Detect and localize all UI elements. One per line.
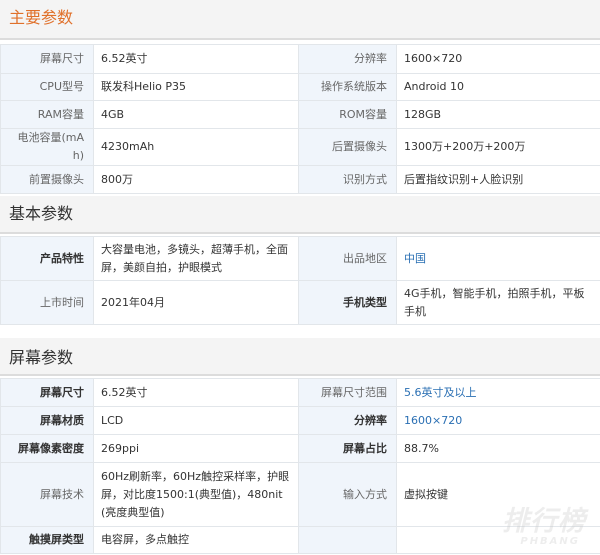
watermark-cn-text: 排行榜 bbox=[502, 506, 586, 537]
spec-label: 出品地区 bbox=[298, 236, 397, 281]
section-title-basic: 基本参数 bbox=[9, 204, 74, 223]
spec-value: 1300万+200万+200万 bbox=[396, 128, 600, 166]
spec-value: 800万 bbox=[93, 165, 299, 194]
spec-value: LCD bbox=[93, 406, 299, 435]
spec-label: 电池容量(mAh) bbox=[0, 128, 94, 166]
spec-value: 6.52英寸 bbox=[93, 44, 299, 74]
spec-value: 4GB bbox=[93, 100, 299, 129]
table-row: 产品特性 大容量电池，多镜头，超薄手机，全面屏，美颜自拍，护眼模式 出品地区 中… bbox=[0, 236, 600, 281]
table-row: 电池容量(mAh) 4230mAh 后置摄像头 1300万+200万+200万 bbox=[0, 128, 600, 166]
spec-label: 屏幕占比 bbox=[298, 434, 397, 463]
spec-label: 操作系统版本 bbox=[298, 73, 397, 101]
table-row: RAM容量 4GB ROM容量 128GB bbox=[0, 100, 600, 129]
spec-label: 后置摄像头 bbox=[298, 128, 397, 166]
spec-value: 6.52英寸 bbox=[93, 378, 299, 407]
spec-value: 电容屏，多点触控 bbox=[93, 526, 299, 554]
spec-value-link[interactable]: 中国 bbox=[396, 236, 600, 281]
spec-label: 屏幕材质 bbox=[0, 406, 94, 435]
spec-label: 输入方式 bbox=[298, 462, 397, 527]
table-row: 屏幕材质 LCD 分辨率 1600×720 bbox=[0, 406, 600, 435]
spec-value: 128GB bbox=[396, 100, 600, 129]
table-row: 屏幕尺寸 6.52英寸 屏幕尺寸范围 5.6英寸及以上 bbox=[0, 378, 600, 407]
spec-value: 后置指纹识别+人脸识别 bbox=[396, 165, 600, 194]
spec-label bbox=[298, 526, 397, 554]
spec-value: 大容量电池，多镜头，超薄手机，全面屏，美颜自拍，护眼模式 bbox=[93, 236, 299, 281]
spec-label: ROM容量 bbox=[298, 100, 397, 129]
spec-table-basic: 产品特性 大容量电池，多镜头，超薄手机，全面屏，美颜自拍，护眼模式 出品地区 中… bbox=[0, 236, 600, 325]
watermark-logo: 排行榜 PHBANG bbox=[480, 499, 588, 547]
spec-value-link[interactable]: 5.6英寸及以上 bbox=[396, 378, 600, 407]
spec-table-main: 屏幕尺寸 6.52英寸 分辨率 1600×720 CPU型号 联发科Helio … bbox=[0, 44, 600, 194]
spec-value-link[interactable]: 1600×720 bbox=[396, 406, 600, 435]
section-header-basic: 基本参数 bbox=[0, 196, 600, 234]
spec-label: 识别方式 bbox=[298, 165, 397, 194]
spec-label: 手机类型 bbox=[298, 280, 397, 325]
table-row: 前置摄像头 800万 识别方式 后置指纹识别+人脸识别 bbox=[0, 165, 600, 194]
spec-label: 前置摄像头 bbox=[0, 165, 94, 194]
section-header-main: 主要参数 bbox=[0, 0, 600, 40]
spec-label: 屏幕尺寸 bbox=[0, 378, 94, 407]
watermark-en-text: PHBANG bbox=[520, 536, 580, 547]
table-row: 屏幕像素密度 269ppi 屏幕占比 88.7% bbox=[0, 434, 600, 463]
spec-value: Android 10 bbox=[396, 73, 600, 101]
spec-label: 分辨率 bbox=[298, 44, 397, 74]
spec-value: 60Hz刷新率，60Hz触控采样率，护眼屏，对比度1500:1(典型值)，480… bbox=[93, 462, 299, 527]
spec-label: 产品特性 bbox=[0, 236, 94, 281]
section-header-screen: 屏幕参数 bbox=[0, 338, 600, 376]
section-title-main: 主要参数 bbox=[9, 8, 74, 27]
spec-value: 4230mAh bbox=[93, 128, 299, 166]
table-row: 上市时间 2021年04月 手机类型 4G手机，智能手机，拍照手机，平板手机 bbox=[0, 280, 600, 325]
table-row: 屏幕尺寸 6.52英寸 分辨率 1600×720 bbox=[0, 44, 600, 74]
spec-label: 屏幕技术 bbox=[0, 462, 94, 527]
spec-label: 触摸屏类型 bbox=[0, 526, 94, 554]
spec-label: 分辨率 bbox=[298, 406, 397, 435]
spec-value: 1600×720 bbox=[396, 44, 600, 74]
spec-label: CPU型号 bbox=[0, 73, 94, 101]
spec-label: RAM容量 bbox=[0, 100, 94, 129]
spec-value: 269ppi bbox=[93, 434, 299, 463]
spec-label: 屏幕尺寸 bbox=[0, 44, 94, 74]
spec-label: 上市时间 bbox=[0, 280, 94, 325]
spec-label: 屏幕尺寸范围 bbox=[298, 378, 397, 407]
table-row: CPU型号 联发科Helio P35 操作系统版本 Android 10 bbox=[0, 73, 600, 101]
spec-label: 屏幕像素密度 bbox=[0, 434, 94, 463]
spec-value: 2021年04月 bbox=[93, 280, 299, 325]
spec-value: 88.7% bbox=[396, 434, 600, 463]
spec-value: 4G手机，智能手机，拍照手机，平板手机 bbox=[396, 280, 600, 325]
spec-value: 联发科Helio P35 bbox=[93, 73, 299, 101]
section-title-screen: 屏幕参数 bbox=[9, 348, 74, 367]
